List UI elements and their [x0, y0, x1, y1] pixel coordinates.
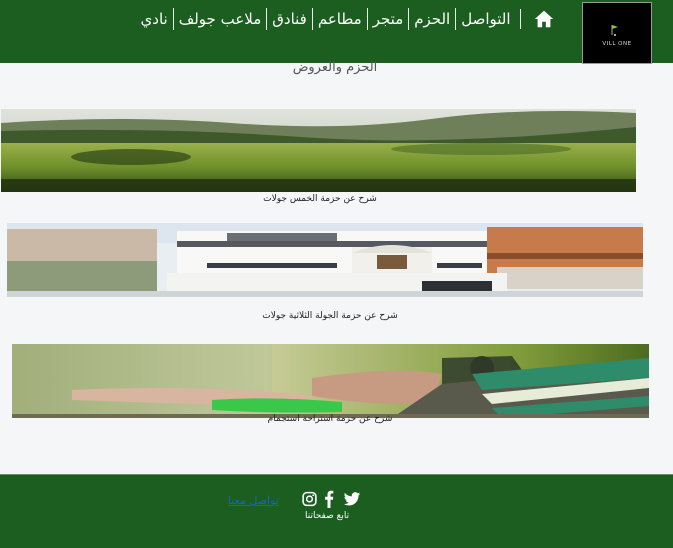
package-image-relaxation[interactable] [12, 344, 649, 418]
package-image-hotel[interactable] [7, 223, 643, 297]
nav-item-hotels[interactable]: فنادق [266, 8, 312, 30]
package-image-golf-course[interactable] [1, 109, 636, 192]
package-caption-relaxation: شرح عن حزمة استراحة استجمام [267, 414, 393, 424]
nav-item-shop[interactable]: متجر [366, 8, 409, 30]
facebook-icon[interactable] [323, 490, 335, 508]
contact-us-link[interactable]: تواصل معنا [228, 494, 279, 507]
site-logo[interactable]: VILL ONE [582, 2, 652, 64]
main-nav: التواصل الحزم متجر مطاعم فنادق ملاعب جول… [136, 8, 555, 30]
package-caption-triple-round: شرح عن حزمة الجولة الثلاثية جولات [262, 311, 398, 321]
nav-item-contact[interactable]: التواصل [455, 8, 515, 30]
nav-item-restaurants[interactable]: مطاعم [311, 8, 367, 30]
twitter-icon[interactable] [342, 490, 362, 508]
nav-divider [519, 9, 521, 29]
package-caption-five-rounds: شرح عن حزمة الخمس جولات [263, 194, 377, 204]
nav-item-club[interactable]: نادي [136, 8, 173, 30]
logo-text: VILL ONE [602, 41, 632, 47]
nav-item-packages[interactable]: الحزم [408, 8, 455, 30]
footer: تواصل معنا تابع صفحاتنا [0, 474, 673, 548]
home-icon[interactable] [533, 8, 555, 30]
page-title: الحزم والعروض [292, 60, 378, 75]
top-navbar: التواصل الحزم متجر مطاعم فنادق ملاعب جول… [0, 0, 673, 64]
follow-us-text: تابع صفحاتنا [305, 511, 350, 521]
instagram-icon[interactable] [301, 490, 318, 508]
golf-flag-icon [611, 25, 618, 36]
nav-item-golf-courses[interactable]: ملاعب جولف [172, 8, 267, 30]
